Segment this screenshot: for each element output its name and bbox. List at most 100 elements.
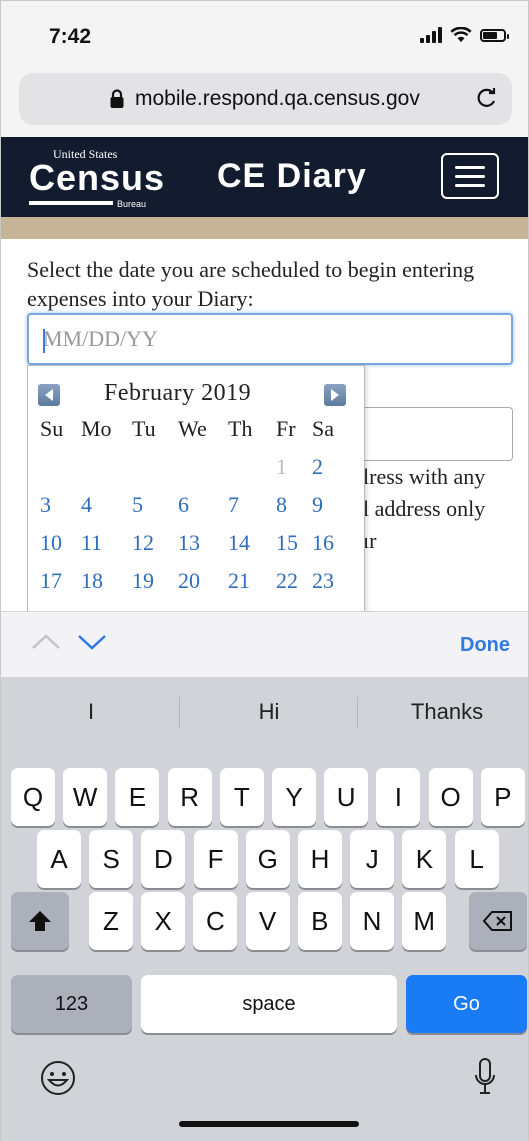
keyboard-accessory-bar: Done: [1, 611, 528, 677]
key-o[interactable]: O: [428, 768, 473, 826]
page-title: CE Diary: [217, 157, 367, 195]
space-key[interactable]: space: [141, 975, 397, 1033]
calendar-day[interactable]: 16: [308, 530, 348, 568]
census-logo[interactable]: United States Census Bureau: [29, 145, 169, 211]
text-cursor: [43, 329, 45, 353]
suggestion-3[interactable]: Thanks: [395, 699, 499, 725]
numbers-key[interactable]: 123: [11, 975, 132, 1033]
key-t[interactable]: T: [219, 768, 264, 826]
suggestion-divider: [357, 697, 358, 729]
menu-icon: [455, 166, 485, 169]
hamburger-menu-button[interactable]: [441, 153, 499, 199]
key-y[interactable]: Y: [272, 768, 316, 826]
date-picker-calendar: February 2019 Su Mo Tu We Th Fr Sa 1 2 3 4 5 6 7 8 9 10 1…: [27, 365, 365, 611]
key-h[interactable]: H: [298, 830, 342, 888]
key-f[interactable]: F: [193, 830, 238, 888]
shift-icon: [29, 911, 51, 931]
chevron-up-icon[interactable]: [31, 632, 61, 652]
wifi-icon: [450, 27, 472, 42]
calendar-day[interactable]: 3: [36, 492, 77, 530]
go-key[interactable]: Go: [406, 975, 527, 1033]
calendar-day[interactable]: 8: [272, 492, 308, 530]
calendar-day[interactable]: 6: [174, 492, 224, 530]
key-p[interactable]: P: [480, 768, 525, 826]
key-i[interactable]: I: [376, 768, 421, 826]
address-bar[interactable]: mobile.respond.qa.census.gov: [19, 73, 512, 125]
calendar-empty-cell: [128, 454, 174, 492]
status-time: 7:42: [49, 25, 92, 48]
key-x[interactable]: X: [141, 892, 186, 950]
battery-icon: [480, 28, 509, 42]
done-button[interactable]: Done: [460, 634, 510, 657]
calendar-day[interactable]: 10: [36, 530, 77, 568]
status-icons: [420, 27, 509, 43]
weekday-header: Th: [228, 416, 253, 441]
key-u[interactable]: U: [324, 768, 369, 826]
weekday-header: Mo: [81, 416, 112, 441]
chevron-left-icon: [45, 389, 53, 401]
emoji-icon[interactable]: [39, 1059, 77, 1097]
calendar-day[interactable]: 13: [174, 530, 224, 568]
logo-census: Census: [29, 157, 166, 198]
key-v[interactable]: V: [245, 892, 290, 950]
key-s[interactable]: S: [89, 830, 134, 888]
calendar-day[interactable]: 9: [308, 492, 348, 530]
status-bar: 7:42: [1, 1, 528, 71]
key-q[interactable]: Q: [11, 768, 55, 826]
calendar-day[interactable]: 17: [36, 568, 77, 606]
key-a[interactable]: A: [37, 830, 81, 888]
home-indicator: [179, 1121, 359, 1127]
start-date-input[interactable]: [29, 315, 511, 363]
calendar-day[interactable]: 7: [224, 492, 272, 530]
cellular-signal-icon: [420, 27, 442, 43]
key-e[interactable]: E: [115, 768, 160, 826]
key-l[interactable]: L: [454, 830, 499, 888]
calendar-empty-cell: [224, 454, 272, 492]
key-d[interactable]: D: [141, 830, 186, 888]
calendar-day[interactable]: 11: [77, 530, 128, 568]
key-z[interactable]: Z: [89, 892, 133, 950]
email-info-text: lress with any l address only ır: [363, 464, 486, 553]
key-m[interactable]: M: [402, 892, 447, 950]
calendar-day[interactable]: 2: [308, 454, 348, 492]
key-c[interactable]: C: [193, 892, 238, 950]
onscreen-keyboard: I Hi Thanks QWERTYUIOPASDFGHJKLZXCVBNM 1…: [1, 677, 528, 1141]
calendar-day[interactable]: 23: [308, 568, 348, 606]
backspace-key[interactable]: [469, 892, 527, 950]
key-j[interactable]: J: [350, 830, 395, 888]
suggestion-1[interactable]: I: [61, 699, 121, 725]
chevron-down-icon[interactable]: [77, 632, 107, 652]
shift-key[interactable]: [11, 892, 69, 950]
key-w[interactable]: W: [63, 768, 108, 826]
weekday-header: Tu: [132, 416, 156, 441]
key-g[interactable]: G: [245, 830, 290, 888]
weekday-header: Sa: [312, 416, 334, 441]
calendar-day[interactable]: 15: [272, 530, 308, 568]
calendar-month-title: February 2019: [104, 380, 252, 406]
calendar-day[interactable]: 12: [128, 530, 174, 568]
calendar-day[interactable]: 21: [224, 568, 272, 606]
suggestion-divider: [179, 697, 180, 729]
calendar-empty-cell: [174, 454, 224, 492]
key-n[interactable]: N: [350, 892, 394, 950]
key-r[interactable]: R: [167, 768, 212, 826]
calendar-day[interactable]: 19: [128, 568, 174, 606]
calendar-day[interactable]: 14: [224, 530, 272, 568]
reload-icon[interactable]: [474, 85, 500, 111]
suggestion-2[interactable]: Hi: [229, 699, 309, 725]
key-b[interactable]: B: [297, 892, 342, 950]
previous-month-button[interactable]: [38, 384, 60, 406]
date-prompt: Select the date you are scheduled to beg…: [27, 257, 475, 311]
calendar-day[interactable]: 22: [272, 568, 308, 606]
calendar-day[interactable]: 5: [128, 492, 174, 530]
calendar-day: 1: [276, 454, 287, 479]
start-date-field[interactable]: [27, 313, 513, 365]
key-k[interactable]: K: [402, 830, 447, 888]
calendar-day[interactable]: 20: [174, 568, 224, 606]
calendar-day[interactable]: 18: [77, 568, 128, 606]
calendar-day[interactable]: 4: [77, 492, 128, 530]
next-month-button[interactable]: [324, 384, 346, 406]
microphone-icon[interactable]: [473, 1057, 497, 1097]
logo-bureau: Bureau: [117, 199, 147, 209]
header-accent-band: [1, 217, 528, 239]
